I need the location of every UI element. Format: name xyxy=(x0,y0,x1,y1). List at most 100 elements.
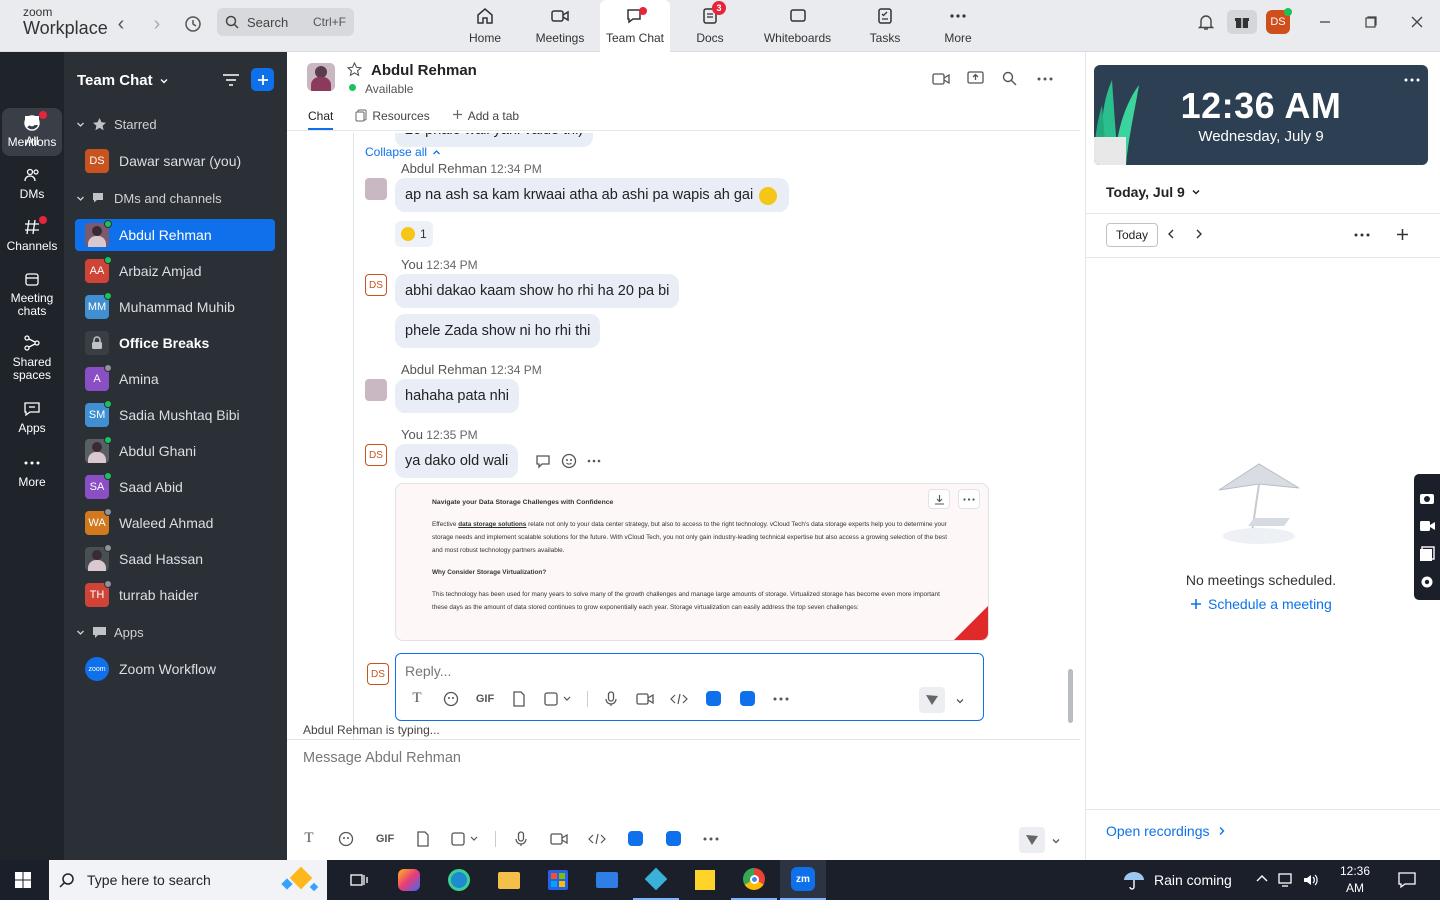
add-reaction-icon[interactable] xyxy=(561,453,577,469)
sidebar-item-dawar-sarwar-you[interactable]: DS Dawar sarwar (you) xyxy=(75,145,275,177)
more-tools-icon[interactable] xyxy=(692,837,730,841)
format-text-icon[interactable]: T xyxy=(400,690,434,707)
more-actions-icon[interactable] xyxy=(587,459,601,463)
back-arrow-icon[interactable]: ‹ xyxy=(109,12,133,36)
gif-icon[interactable]: GIF xyxy=(468,693,502,705)
rail-dms[interactable]: DMs xyxy=(2,166,62,201)
sidebar-item-waleed-ahmad[interactable]: WA Waleed Ahmad xyxy=(75,507,275,539)
today-button[interactable]: Today xyxy=(1106,223,1159,247)
sticky-notes-icon[interactable] xyxy=(682,860,728,900)
rail-shared-spaces[interactable]: Shared spaces xyxy=(2,334,62,382)
gift-icon[interactable] xyxy=(1227,10,1257,34)
system-clock[interactable]: 12:36 AM 7/9/2025 xyxy=(1330,863,1380,914)
rail-apps[interactable]: Apps xyxy=(2,400,62,435)
sidebar-item-abdul-ghani[interactable]: Abdul Ghani xyxy=(75,435,275,467)
notification-icon[interactable] xyxy=(1397,871,1417,889)
nav-more[interactable]: More xyxy=(935,0,981,52)
app-diamond-icon[interactable] xyxy=(633,860,679,900)
zoom-app-icon[interactable]: zm xyxy=(780,860,826,900)
windows-start-icon[interactable] xyxy=(0,860,46,900)
day-selector[interactable]: Today, Jul 9 xyxy=(1106,184,1201,200)
scrollbar-thumb[interactable] xyxy=(1068,669,1073,723)
contact-avatar[interactable] xyxy=(307,63,335,91)
sender-avatar[interactable] xyxy=(365,178,387,200)
chat-options-icon[interactable] xyxy=(1037,77,1053,81)
sidebar-item-office-breaks[interactable]: Office Breaks xyxy=(75,327,275,359)
nav-team-chat[interactable]: Team Chat xyxy=(600,0,670,52)
clock-options-icon[interactable] xyxy=(1404,78,1420,82)
mail-icon[interactable] xyxy=(584,860,630,900)
download-icon[interactable] xyxy=(928,489,950,509)
next-day-icon[interactable] xyxy=(1194,228,1204,240)
nav-home[interactable]: Home xyxy=(460,0,510,52)
camera-icon[interactable] xyxy=(1419,491,1435,505)
settings-gear-icon[interactable] xyxy=(1419,574,1435,590)
app-icon-blue[interactable] xyxy=(696,691,730,706)
nav-whiteboards[interactable]: Whiteboards xyxy=(760,0,835,52)
rail-meeting-chats[interactable]: Meeting chats xyxy=(2,270,62,318)
section-dms[interactable]: DMs and channels xyxy=(76,191,222,206)
message-input[interactable]: Message Abdul Rehman xyxy=(303,750,461,766)
app-icon-blue-2[interactable] xyxy=(730,691,764,706)
document-more-icon[interactable] xyxy=(958,489,980,509)
nav-tasks[interactable]: Tasks xyxy=(860,0,910,52)
bell-icon[interactable] xyxy=(1191,10,1221,34)
file-icon[interactable] xyxy=(502,690,536,707)
record-video-icon[interactable] xyxy=(1419,519,1436,533)
forward-arrow-icon[interactable]: › xyxy=(145,12,169,36)
microsoft-store-icon[interactable] xyxy=(535,860,581,900)
add-event-icon[interactable] xyxy=(1396,228,1409,241)
sidebar-item-sadia-mushtaq-bibi[interactable]: SM Sadia Mushtaq Bibi xyxy=(75,399,275,431)
video-message-icon[interactable] xyxy=(628,692,662,706)
sidebar-item-zoom-workflow[interactable]: zoom Zoom Workflow xyxy=(75,653,275,685)
emoji-icon[interactable] xyxy=(434,691,468,707)
minimize-icon[interactable] xyxy=(1310,10,1340,34)
screenshot-icon[interactable] xyxy=(536,691,580,707)
code-snippet-icon[interactable] xyxy=(578,832,616,846)
app-icon-blue-2[interactable] xyxy=(654,831,692,846)
chrome-icon[interactable] xyxy=(731,860,777,900)
share-screen-icon[interactable] xyxy=(967,71,984,86)
sidebar-item-arbaiz-amjad[interactable]: AA Arbaiz Amjad xyxy=(75,255,275,287)
sidebar-item-abdul-rehman[interactable]: Abdul Rehman xyxy=(75,219,275,251)
volume-icon[interactable] xyxy=(1302,872,1320,888)
app-icon-blue[interactable] xyxy=(616,831,654,846)
section-apps[interactable]: Apps xyxy=(76,625,144,640)
sidebar-title[interactable]: Team Chat xyxy=(77,72,169,89)
task-view-icon[interactable] xyxy=(336,860,382,900)
microphone-icon[interactable] xyxy=(594,690,628,707)
send-options-icon[interactable] xyxy=(1051,836,1061,846)
rail-channels[interactable]: Channels xyxy=(2,216,62,253)
tab-add[interactable]: Add a tab xyxy=(452,109,519,130)
send-icon[interactable] xyxy=(1019,827,1045,853)
message-bubble[interactable]: ap na ash sa kam krwaai atha ab ashi pa … xyxy=(395,178,790,212)
message-bubble[interactable]: abhi dakao kaam show ho rhi ha 20 pa bi xyxy=(395,274,680,308)
emoji-icon[interactable] xyxy=(326,831,366,847)
collapse-all-link[interactable]: Collapse all xyxy=(365,145,441,159)
my-avatar[interactable]: DS xyxy=(365,274,387,296)
file-icon[interactable] xyxy=(404,830,442,847)
chevron-up-icon[interactable] xyxy=(1255,872,1269,886)
message-bubble[interactable]: hahaha pata nhi xyxy=(395,379,520,413)
video-call-icon[interactable] xyxy=(932,72,950,86)
screenshot-icon[interactable] xyxy=(442,831,488,847)
sidebar-item-turrab-haider[interactable]: TH turrab haider xyxy=(75,579,275,611)
gif-icon[interactable]: GIF xyxy=(366,833,404,845)
tab-resources[interactable]: Resources xyxy=(355,109,430,130)
star-contact-icon[interactable] xyxy=(347,62,362,77)
nav-meetings[interactable]: Meetings xyxy=(530,0,590,52)
send-icon[interactable] xyxy=(919,687,945,713)
filter-icon[interactable] xyxy=(222,72,240,88)
video-message-icon[interactable] xyxy=(540,832,578,846)
taskbar-search[interactable]: Type here to search xyxy=(49,860,327,900)
rail-more[interactable]: More xyxy=(2,454,62,489)
calendar-options-icon[interactable] xyxy=(1354,233,1370,237)
tab-chat[interactable]: Chat xyxy=(308,109,334,130)
search-box[interactable]: Search Ctrl+F xyxy=(217,8,354,36)
maximize-icon[interactable] xyxy=(1356,10,1386,34)
code-snippet-icon[interactable] xyxy=(662,692,696,706)
more-tools-icon[interactable] xyxy=(764,697,798,701)
sender-avatar[interactable] xyxy=(365,379,387,401)
search-chat-icon[interactable] xyxy=(1002,71,1017,86)
reply-box[interactable]: Reply... T GIF xyxy=(395,653,984,721)
